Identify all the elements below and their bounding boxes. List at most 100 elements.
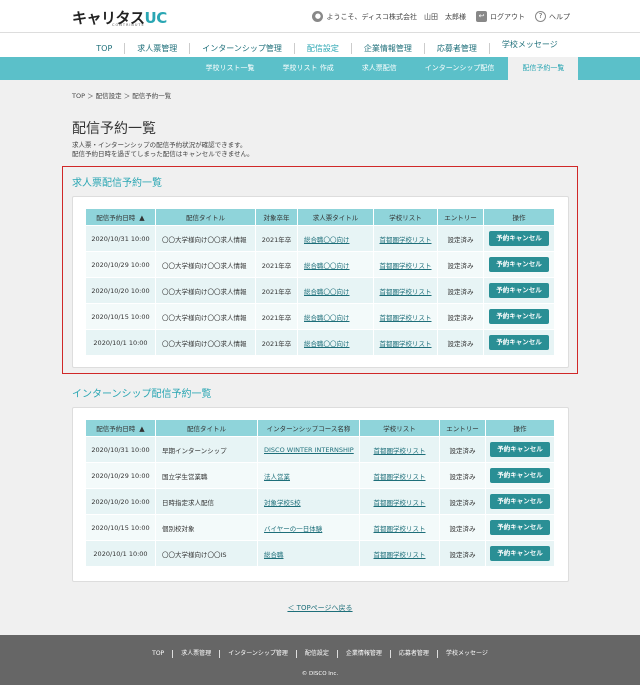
cancel-reservation-button[interactable]: 予約キャンセル: [489, 335, 549, 350]
col-year: 対象卒年: [255, 208, 298, 226]
gnav-job[interactable]: 求人票管理: [125, 42, 191, 54]
cell-job-title: 総合職〇〇向け: [297, 225, 374, 252]
course-link[interactable]: 法人営業: [264, 473, 290, 481]
desc-line-2: 配信予約日時を過ぎてしまった配信はキャンセルできません。: [72, 150, 254, 158]
gnav-company[interactable]: 企業情報管理: [352, 42, 425, 54]
course-link[interactable]: DISCO WINTER INTERNSHIP: [264, 446, 354, 454]
subnav-intern-delivery[interactable]: インターンシップ配信: [411, 57, 509, 80]
welcome-text: ようこそ、ディスコ株式会社 山田 太郎様: [326, 12, 466, 21]
cell-school-list: 首都圏学校リスト: [373, 329, 438, 356]
cell-datetime: 2020/10/15 10:00: [85, 514, 156, 541]
cell-action: 予約キャンセル: [485, 540, 555, 567]
job-title-link[interactable]: 総合職〇〇向け: [304, 314, 350, 322]
cell-entry: 設定済み: [437, 251, 484, 278]
gnav-message[interactable]: 学校メッセージ: [490, 33, 570, 57]
cell-course: 総合職: [257, 540, 360, 567]
cell-school-list: 首都圏学校リスト: [359, 436, 440, 463]
col-school-list: 学校リスト: [359, 419, 440, 437]
gnav-delivery[interactable]: 配信設定: [295, 42, 352, 54]
cell-school-list: 首都圏学校リスト: [359, 514, 440, 541]
school-list-link[interactable]: 首都圏学校リスト: [380, 288, 432, 296]
footer-nav-item[interactable]: 配信設定: [297, 650, 338, 658]
intern-table: 配信予約日時 ▲︎ 配信タイトル インターンシップコース名称 学校リスト エントリ…: [85, 419, 555, 567]
logo[interactable]: キャリタスUC CONTRIBUTE: [72, 7, 167, 28]
cell-year: 2021年卒: [255, 225, 298, 252]
course-link[interactable]: 対象学校5校: [264, 499, 301, 507]
course-link[interactable]: 総合職: [264, 551, 284, 559]
job-title-link[interactable]: 総合職〇〇向け: [304, 340, 350, 348]
cell-title: 〇〇大学様向け〇〇求人情報: [155, 303, 256, 330]
job-title-link[interactable]: 総合職〇〇向け: [304, 262, 350, 270]
table-row: 2020/10/1 10:00 〇〇大学様向け〇〇求人情報 2021年卒 総合職〇〇向…: [85, 329, 555, 356]
col-job-title: 求人票タイトル: [297, 208, 374, 226]
cancel-reservation-button[interactable]: 予約キャンセル: [489, 231, 549, 246]
cell-entry: 設定済み: [439, 436, 486, 463]
job-card: 配信予約日時 ▲︎ 配信タイトル 対象卒年 求人票タイトル 学校リスト エントリー…: [72, 196, 569, 368]
gnav-applicant[interactable]: 応募者管理: [425, 42, 490, 54]
cell-school-list: 首都圏学校リスト: [359, 488, 440, 515]
footer-nav-item[interactable]: 求人票管理: [173, 650, 221, 658]
footer-nav-item[interactable]: 学校メッセージ: [438, 650, 496, 658]
cell-year: 2021年卒: [255, 329, 298, 356]
cancel-reservation-button[interactable]: 予約キャンセル: [490, 546, 550, 561]
cancel-reservation-button[interactable]: 予約キャンセル: [490, 520, 550, 535]
school-list-link[interactable]: 首都圏学校リスト: [380, 314, 432, 322]
cancel-reservation-button[interactable]: 予約キャンセル: [490, 442, 550, 457]
cancel-reservation-button[interactable]: 予約キャンセル: [490, 468, 550, 483]
table-row: 2020/10/15 10:00 〇〇大学様向け〇〇求人情報 2021年卒 総合職〇〇…: [85, 303, 555, 330]
help-link[interactable]: ? ヘルプ: [535, 11, 570, 22]
footer-nav-item[interactable]: 応募者管理: [391, 650, 438, 658]
table-row: 2020/10/20 10:00 〇〇大学様向け〇〇求人情報 2021年卒 総合職〇〇…: [85, 277, 555, 304]
cancel-reservation-button[interactable]: 予約キャンセル: [489, 309, 549, 324]
job-title-link[interactable]: 総合職〇〇向け: [304, 288, 350, 296]
cell-title: 個別校対象: [155, 514, 258, 541]
header: キャリタスUC CONTRIBUTE ● ようこそ、ディスコ株式会社 山田 太郎様 …: [0, 0, 640, 33]
footer-nav-item[interactable]: TOP: [144, 650, 174, 658]
cell-school-list: 首都圏学校リスト: [373, 277, 438, 304]
subnav-reservation-list[interactable]: 配信予約一覧: [508, 57, 579, 80]
table-row: 2020/10/29 10:00 〇〇大学様向け〇〇求人情報 2021年卒 総合職〇〇…: [85, 251, 555, 278]
school-list-link[interactable]: 首都圏学校リスト: [380, 236, 432, 244]
cell-entry: 設定済み: [437, 303, 484, 330]
global-nav: TOP 求人票管理 インターンシップ管理 配信設定 企業情報管理 応募者管理 学…: [0, 33, 640, 57]
sort-icon[interactable]: ▲︎: [139, 425, 144, 433]
school-list-link[interactable]: 首都圏学校リスト: [380, 340, 432, 348]
school-list-link[interactable]: 首都圏学校リスト: [374, 499, 426, 507]
job-title-link[interactable]: 総合職〇〇向け: [304, 236, 350, 244]
footer: TOP 求人票管理 インターンシップ管理 配信設定 企業情報管理 応募者管理 学校メッセージ…: [0, 635, 640, 685]
cell-year: 2021年卒: [255, 277, 298, 304]
cancel-reservation-button[interactable]: 予約キャンセル: [489, 257, 549, 272]
table-row: 2020/10/20 10:00 日時指定求人配信 対象学校5校 首都圏学校リスト 設定…: [85, 488, 555, 515]
desc-line-1: 求人票・インターンシップの配信予約状況が確認できます。: [72, 141, 247, 149]
page-description: 求人票・インターンシップの配信予約状況が確認できます。 配信予約日時を過ぎてしまっ…: [72, 141, 254, 159]
subnav-school-list[interactable]: 学校リスト一覧: [192, 57, 269, 80]
logout-link[interactable]: ↩ ログアウト: [476, 11, 525, 22]
subnav-job-delivery[interactable]: 求人票配信: [348, 57, 411, 80]
sort-icon[interactable]: ▲︎: [139, 214, 144, 222]
cell-school-list: 首都圏学校リスト: [373, 251, 438, 278]
col-datetime[interactable]: 配信予約日時 ▲︎: [85, 208, 156, 226]
gnav-top[interactable]: TOP: [84, 42, 126, 54]
logout-icon: ↩: [476, 11, 487, 22]
school-list-link[interactable]: 首都圏学校リスト: [374, 447, 426, 455]
back-to-top-link[interactable]: ＜ TOPページへ戻る: [0, 603, 640, 613]
school-list-link[interactable]: 首都圏学校リスト: [374, 551, 426, 559]
footer-nav-item[interactable]: 企業情報管理: [338, 650, 391, 658]
col-datetime[interactable]: 配信予約日時 ▲︎: [85, 419, 156, 437]
col-title: 配信タイトル: [155, 419, 258, 437]
cell-datetime: 2020/10/1 10:00: [85, 540, 156, 567]
school-list-link[interactable]: 首都圏学校リスト: [380, 262, 432, 270]
table-row: 2020/10/31 10:00 〇〇大学様向け〇〇求人情報 2021年卒 総合職〇〇…: [85, 225, 555, 252]
school-list-link[interactable]: 首都圏学校リスト: [374, 525, 426, 533]
cancel-reservation-button[interactable]: 予約キャンセル: [489, 283, 549, 298]
cancel-reservation-button[interactable]: 予約キャンセル: [490, 494, 550, 509]
gnav-intern[interactable]: インターンシップ管理: [190, 42, 295, 54]
course-link[interactable]: バイヤーの一日体験: [264, 525, 322, 533]
intern-card: 配信予約日時 ▲︎ 配信タイトル インターンシップコース名称 学校リスト エントリ…: [72, 407, 569, 582]
cell-datetime: 2020/10/20 10:00: [85, 488, 156, 515]
school-list-link[interactable]: 首都圏学校リスト: [374, 473, 426, 481]
cell-title: 日時指定求人配信: [155, 488, 258, 515]
footer-nav-item[interactable]: インターンシップ管理: [220, 650, 297, 658]
table-row: 2020/10/29 10:00 国立学生営業職 法人営業 首都圏学校リスト 設定済み予…: [85, 462, 555, 489]
subnav-create-list[interactable]: 学校リスト 作成: [269, 57, 348, 80]
